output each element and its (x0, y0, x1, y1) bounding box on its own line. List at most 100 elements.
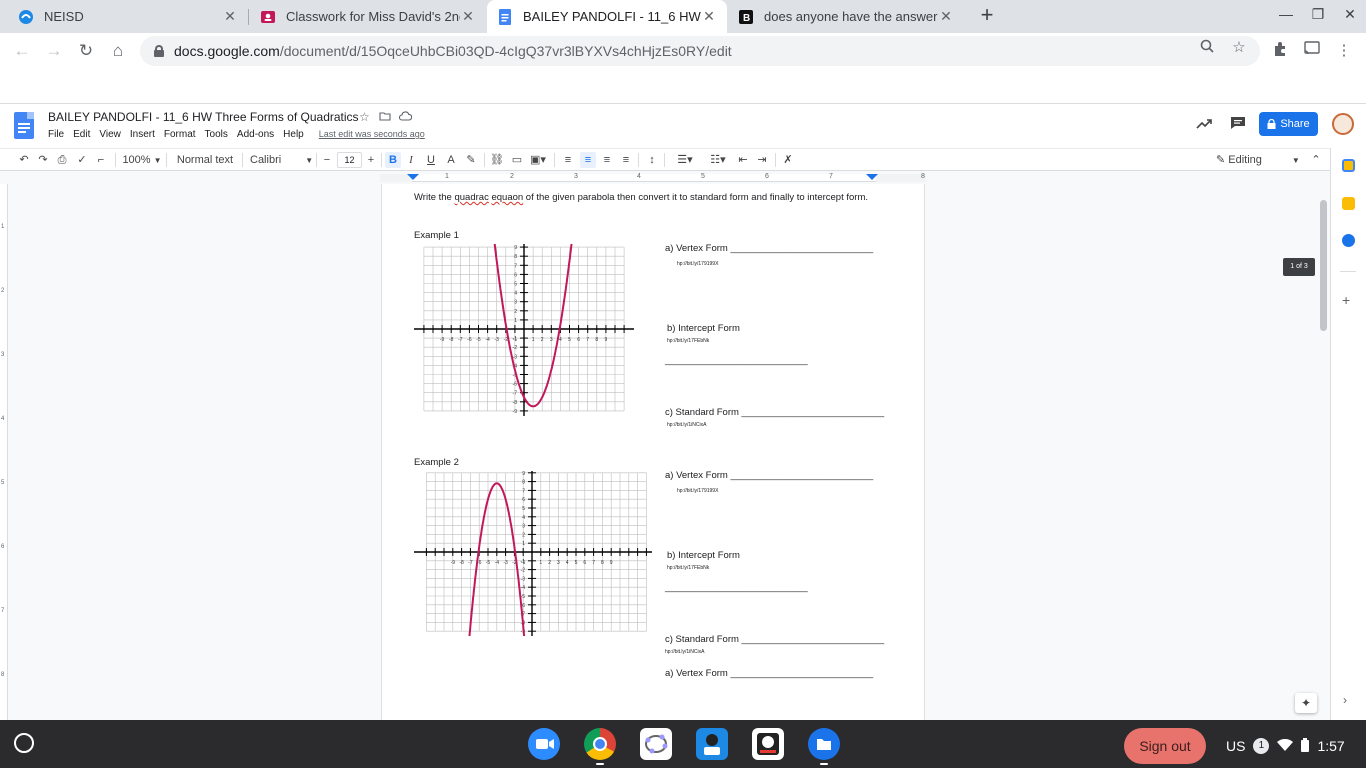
tab-neisd[interactable]: NEISD ✕ (8, 0, 248, 33)
example-1-standard-link[interactable]: hp://bit.ly/1iNCixA (667, 422, 706, 428)
forward-icon[interactable]: → (43, 40, 65, 62)
docs-logo-icon[interactable] (14, 112, 34, 139)
indent-marker-icon[interactable] (407, 174, 419, 182)
link-icon[interactable]: ⛓ (490, 152, 504, 168)
tab-classwork[interactable]: Classwork for Miss David's 2nd P ✕ (250, 0, 486, 33)
document-title[interactable]: BAILEY PANDOLFI - 11_6 HW Three Forms of… (48, 110, 359, 124)
vertical-ruler[interactable]: 1 2 3 4 5 6 7 8 (0, 184, 8, 720)
chrome-icon[interactable] (584, 728, 616, 760)
example-2-intercept-link[interactable]: hp://bit.ly/17FEbNk (667, 565, 709, 571)
close-window-icon[interactable]: ✕ (1340, 6, 1360, 23)
tab-bailey-doc[interactable]: BAILEY PANDOLFI - 11_6 HW Thr ✕ (487, 0, 727, 33)
back-icon[interactable]: ← (11, 40, 33, 62)
italic-button[interactable]: I (404, 152, 418, 168)
font-select[interactable]: Calibri ▼ (250, 152, 314, 168)
geogebra-icon[interactable] (640, 728, 672, 760)
share-button[interactable]: Share (1259, 112, 1318, 136)
horizontal-ruler[interactable] (380, 174, 926, 182)
comments-icon[interactable] (1228, 116, 1248, 136)
example-2-standard-link[interactable]: hp://bit.ly/1iNCixA (665, 649, 704, 655)
add-addon-icon[interactable]: + (1342, 292, 1350, 308)
right-indent-marker-icon[interactable] (866, 174, 878, 182)
star-icon[interactable]: ☆ (359, 110, 370, 124)
cloud-saved-icon[interactable] (398, 110, 413, 124)
underline-button[interactable]: U (424, 152, 438, 168)
decrease-size-button[interactable]: − (320, 152, 334, 168)
activity-trend-icon[interactable] (1194, 116, 1214, 136)
undo-icon[interactable]: ↶ (17, 152, 31, 168)
justify-icon[interactable]: ≡ (619, 152, 633, 168)
close-tab-icon[interactable]: ✕ (222, 8, 238, 25)
calendar-icon[interactable] (1342, 159, 1355, 172)
minimize-icon[interactable]: — (1276, 6, 1296, 22)
redo-icon[interactable]: ↷ (36, 152, 50, 168)
document-page[interactable]: Write the quadrac equaon of the given pa… (381, 184, 925, 720)
example-1-intercept-link[interactable]: hp://bit.ly/17FEbNk (667, 338, 709, 344)
restore-icon[interactable]: ❐ (1308, 6, 1328, 23)
close-tab-icon[interactable]: ✕ (701, 8, 717, 25)
spellcheck-icon[interactable]: ✓ (75, 152, 89, 168)
style-select[interactable]: Normal text ▼ (172, 152, 238, 181)
new-tab-icon[interactable]: + (976, 4, 998, 27)
increase-size-button[interactable]: + (364, 152, 378, 168)
menu-help[interactable]: Help (283, 129, 304, 140)
menu-tools[interactable]: Tools (205, 129, 228, 140)
home-icon[interactable]: ⌂ (107, 40, 129, 62)
print-icon[interactable]: ⎙ (55, 152, 69, 168)
tab-brainly[interactable]: B does anyone have the answers t ✕ (728, 0, 964, 33)
extensions-icon[interactable] (1270, 41, 1290, 61)
example-1-vertex-link[interactable]: hp://bit.ly/179199X (677, 261, 718, 267)
example-2-vertex-link[interactable]: hp://bit.ly/179199X (677, 488, 718, 494)
font-size-input[interactable]: 12 (337, 152, 362, 168)
numbered-list-icon[interactable]: ☰▾ (671, 152, 699, 168)
address-bar[interactable]: docs.google.com/document/d/15OqceUhbCBi0… (140, 36, 1260, 66)
menu-view[interactable]: View (99, 129, 121, 140)
document-scrollbar[interactable] (1320, 200, 1327, 331)
misspelled-word[interactable]: quadrac (454, 192, 488, 203)
close-tab-icon[interactable]: ✕ (938, 8, 954, 25)
align-right-icon[interactable]: ≡ (600, 152, 614, 168)
explore-icon[interactable]: ✦ (1295, 693, 1317, 713)
close-tab-icon[interactable]: ✕ (460, 8, 476, 25)
avatar[interactable] (1332, 113, 1354, 135)
bulleted-list-icon[interactable]: ☷▾ (704, 152, 732, 168)
typingclub-icon[interactable] (696, 728, 728, 760)
tasks-icon[interactable] (1342, 234, 1355, 247)
zoom-icon[interactable] (528, 728, 560, 760)
misspelled-word[interactable]: equaon (491, 192, 523, 203)
menu-addons[interactable]: Add-ons (237, 129, 274, 140)
reload-icon[interactable]: ↻ (75, 40, 97, 62)
increase-indent-icon[interactable]: ⇥ (755, 152, 769, 168)
zoom-lens-icon[interactable] (1198, 39, 1216, 57)
menu-insert[interactable]: Insert (130, 129, 155, 140)
align-center-icon[interactable]: ≡ (580, 152, 596, 168)
status-tray[interactable]: US 1 1:57 (1218, 728, 1358, 764)
bold-button[interactable]: B (385, 152, 401, 168)
expand-panel-icon[interactable]: › (1343, 693, 1347, 707)
collapse-menus-icon[interactable]: ⌃ (1309, 152, 1323, 168)
paint-format-icon[interactable]: ⌐ (94, 152, 108, 168)
line-spacing-icon[interactable]: ↕ (645, 152, 659, 168)
menu-format[interactable]: Format (164, 129, 196, 140)
align-left-icon[interactable]: ≡ (561, 152, 575, 168)
browser-menu-icon[interactable]: ⋮ (1334, 41, 1354, 61)
keep-icon[interactable] (1342, 197, 1355, 210)
edpuzzle-icon[interactable] (752, 728, 784, 760)
comment-add-icon[interactable]: ▭ (510, 152, 524, 168)
files-icon[interactable] (808, 728, 840, 760)
bookmark-star-icon[interactable]: ☆ (1230, 39, 1248, 57)
editing-mode-select[interactable]: ✎ Editing ▼ (1216, 152, 1300, 168)
cast-icon[interactable] (1302, 41, 1322, 61)
highlight-icon[interactable]: ✎ (464, 152, 478, 168)
menu-file[interactable]: File (48, 129, 64, 140)
launcher-icon[interactable] (14, 733, 34, 753)
zoom-select[interactable]: 100% ▼ (122, 152, 162, 168)
menu-edit[interactable]: Edit (73, 129, 90, 140)
clear-formatting-icon[interactable]: ✗ (781, 152, 795, 168)
insert-image-icon[interactable]: ▣▾ (528, 152, 548, 168)
move-folder-icon[interactable] (379, 110, 391, 124)
last-edit-link[interactable]: Last edit was seconds ago (319, 129, 425, 140)
decrease-indent-icon[interactable]: ⇤ (736, 152, 750, 168)
sign-out-button[interactable]: Sign out (1124, 728, 1206, 764)
text-color-button[interactable]: A (444, 152, 458, 168)
